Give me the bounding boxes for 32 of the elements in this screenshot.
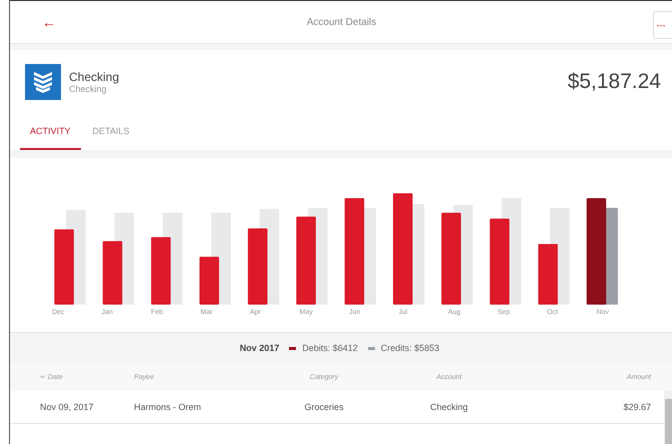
table-cell-text: Nov 09, 2017 bbox=[40, 402, 95, 412]
account-name: Checking bbox=[69, 70, 120, 84]
bar-pair[interactable] bbox=[538, 208, 570, 305]
table-cell-text: $29.67 bbox=[622, 402, 651, 412]
bar-pair[interactable] bbox=[344, 198, 376, 305]
bar-pair[interactable] bbox=[54, 210, 86, 305]
bar-pair[interactable] bbox=[151, 212, 182, 305]
bar-pair[interactable] bbox=[102, 212, 134, 305]
bar-pair[interactable] bbox=[248, 208, 280, 305]
account-type: Checking bbox=[69, 84, 108, 94]
credits-legend-icon bbox=[368, 346, 375, 350]
bank-logo-icon bbox=[25, 64, 61, 100]
bar-pair[interactable] bbox=[586, 198, 618, 305]
bar-pair[interactable] bbox=[490, 198, 522, 305]
credits-legend: Credits: $5853 bbox=[380, 343, 440, 353]
bar-pair[interactable] bbox=[393, 193, 424, 305]
tab[interactable]: ACTIVITY bbox=[20, 114, 81, 150]
sort-down-icon bbox=[40, 374, 45, 379]
back-button[interactable]: ← bbox=[38, 14, 60, 30]
account-balance: $5,187.24 bbox=[568, 70, 661, 94]
tab[interactable]: DETAILS bbox=[82, 114, 140, 150]
window-title: Account Details bbox=[306, 16, 376, 28]
bar-pair[interactable] bbox=[441, 204, 473, 305]
bar-pair[interactable] bbox=[200, 212, 231, 305]
debits-legend-icon bbox=[289, 346, 296, 350]
bar-pair[interactable] bbox=[296, 208, 328, 305]
period-label: Nov 2017 bbox=[240, 343, 280, 353]
table-cell-text: Groceries bbox=[303, 402, 344, 412]
debits-legend: Debits: $6412 bbox=[302, 343, 358, 353]
table-cell-text: Harmons - Orem bbox=[134, 402, 202, 412]
more-button[interactable]: ··· bbox=[653, 11, 672, 39]
table-cell-text: Checking bbox=[429, 402, 469, 412]
